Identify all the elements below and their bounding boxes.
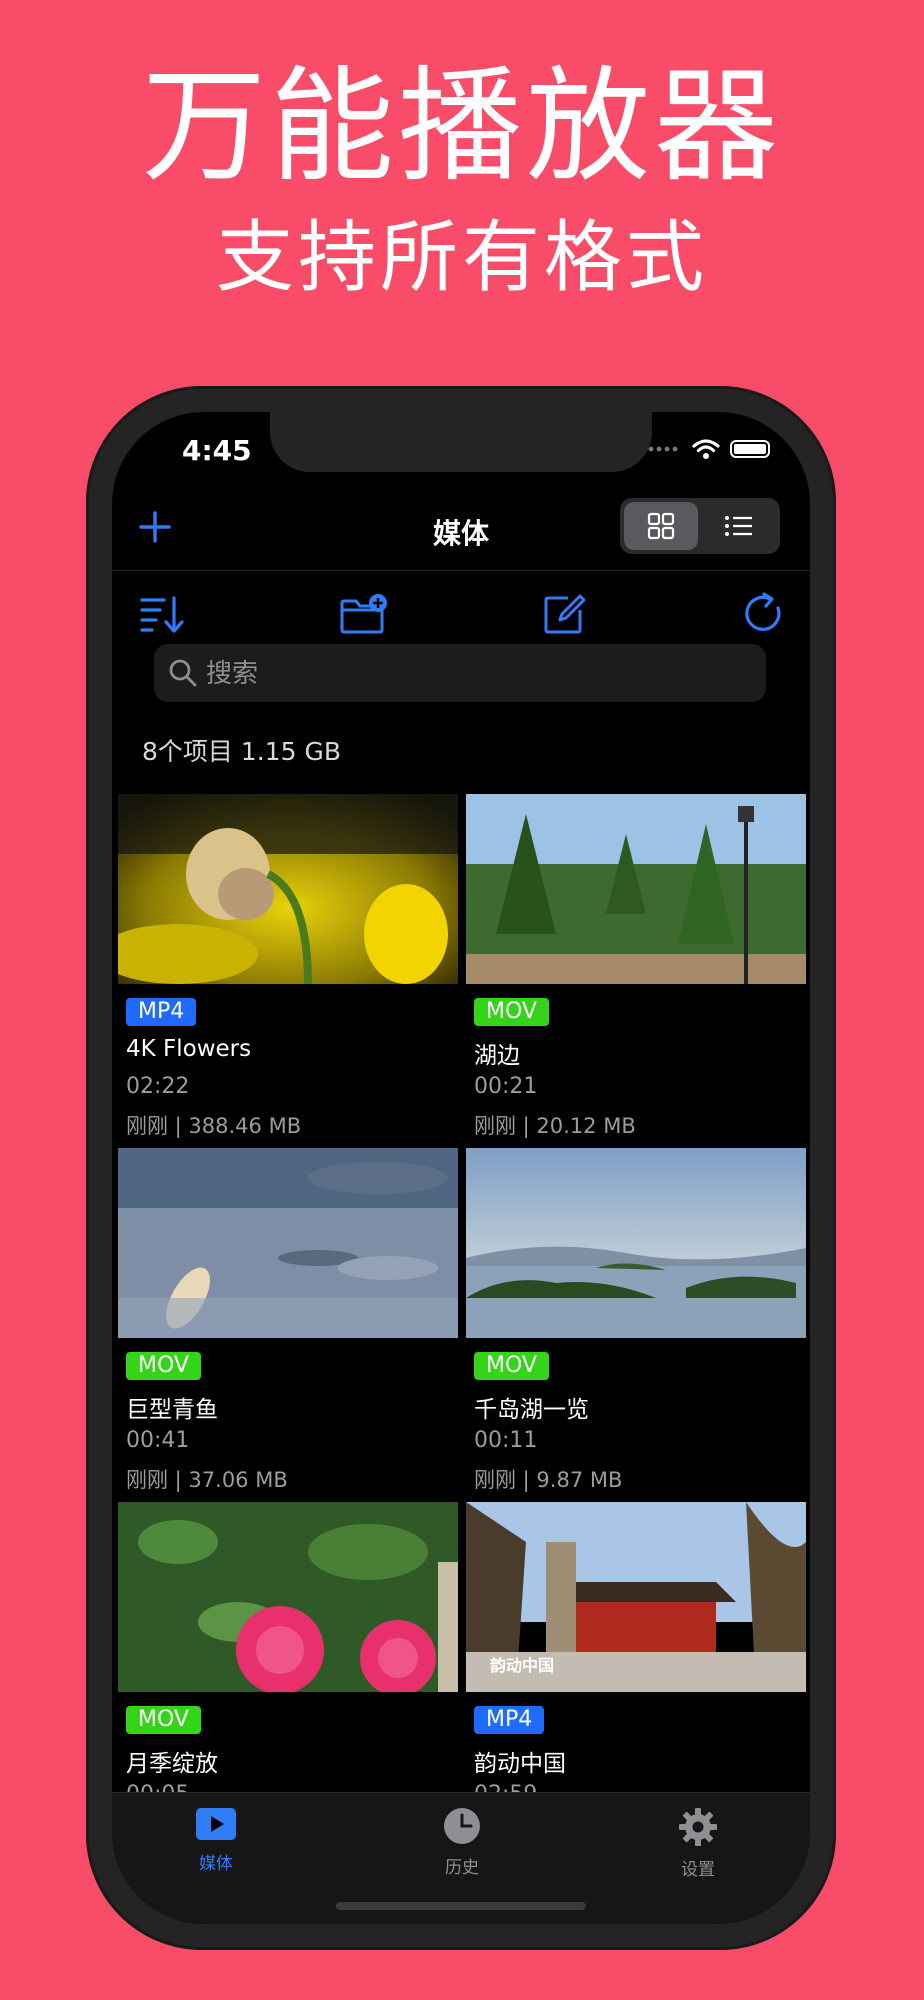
media-card[interactable]: MOV 千岛湖一览 00:11 刚刚 | 9.87 MB: [466, 1148, 806, 1502]
video-meta: 刚刚 | 37.06 MB: [126, 1468, 288, 1492]
items-summary: 8个项目 1.15 GB: [142, 737, 341, 766]
play-icon: [196, 1808, 236, 1840]
video-thumbnail[interactable]: [118, 1148, 458, 1338]
tab-media-label: 媒体: [199, 1854, 233, 1874]
video-thumbnail[interactable]: [466, 794, 806, 984]
video-thumbnail[interactable]: 韵动中国: [466, 1502, 806, 1692]
edit-icon[interactable]: [540, 590, 588, 638]
video-title: 湖边: [474, 1043, 520, 1069]
video-duration: 00:41: [126, 1428, 190, 1453]
toolbar: [112, 580, 810, 646]
battery-icon: [730, 440, 770, 458]
phone-frame: 4:45 媒体 搜索 8个项目 1.15 GB MP4 4K Flowers 0…: [86, 386, 836, 1950]
search-bar[interactable]: [154, 644, 766, 704]
list-icon: [725, 516, 752, 536]
video-meta: 刚刚 | 9.87 MB: [474, 1468, 623, 1492]
gear-icon: [679, 1808, 717, 1846]
promo-subtitle: 支持所有格式: [215, 213, 708, 303]
video-title: 4K Flowers: [126, 1036, 252, 1062]
video-thumbnail[interactable]: [466, 1148, 806, 1338]
clock-icon: [444, 1808, 480, 1844]
search-input[interactable]: [204, 644, 748, 704]
status-time: 4:45: [182, 434, 252, 467]
view-mode-switch[interactable]: [620, 498, 780, 554]
media-card[interactable]: MOV 巨型青鱼 00:41 刚刚 | 37.06 MB: [118, 1148, 458, 1502]
sort-icon[interactable]: [138, 590, 186, 638]
tab-history-label: 历史: [445, 1858, 479, 1878]
home-indicator[interactable]: [336, 1902, 586, 1910]
media-card[interactable]: MOV 湖边 00:21 刚刚 | 20.12 MB: [466, 794, 806, 1148]
search-icon: [169, 659, 197, 687]
thumbnail-watermark: 韵动中国: [490, 1656, 555, 1675]
video-thumbnail[interactable]: [118, 794, 458, 984]
tab-history[interactable]: 历史: [402, 1807, 522, 1878]
tab-settings-label: 设置: [681, 1860, 715, 1880]
video-title: 巨型青鱼: [126, 1397, 218, 1423]
nav-bar: 媒体: [112, 494, 810, 571]
grid-icon: [647, 512, 675, 540]
format-badge: MOV: [474, 1352, 549, 1380]
new-folder-icon[interactable]: [338, 590, 387, 638]
tab-settings[interactable]: 设置: [638, 1807, 758, 1880]
format-badge: MOV: [126, 1706, 201, 1734]
video-duration: 00:21: [474, 1074, 538, 1099]
video-meta: 刚刚 | 20.12 MB: [474, 1114, 636, 1138]
list-view-button[interactable]: [702, 502, 776, 550]
format-badge: MP4: [126, 998, 197, 1026]
video-duration: 00:11: [474, 1428, 538, 1453]
grid-view-button[interactable]: [624, 502, 698, 550]
format-badge: MP4: [474, 1706, 545, 1734]
video-title: 韵动中国: [474, 1751, 566, 1777]
wifi-icon: [692, 439, 720, 459]
app-screen: 4:45 媒体 搜索 8个项目 1.15 GB MP4 4K Flowers 0…: [112, 412, 810, 1924]
video-title: 月季绽放: [126, 1751, 218, 1777]
format-badge: MOV: [474, 998, 549, 1026]
format-badge: MOV: [126, 1352, 201, 1380]
tab-media[interactable]: 媒体: [156, 1807, 276, 1874]
signal-icon: [648, 446, 678, 452]
status-icons: [648, 438, 770, 460]
media-card[interactable]: MP4 4K Flowers 02:22 刚刚 | 388.46 MB: [118, 794, 458, 1148]
video-meta: 刚刚 | 388.46 MB: [126, 1114, 302, 1138]
notch: [270, 412, 652, 472]
video-title: 千岛湖一览: [474, 1397, 589, 1423]
refresh-icon[interactable]: [740, 590, 788, 638]
promo-title: 万能播放器: [141, 55, 782, 199]
video-thumbnail[interactable]: [118, 1502, 458, 1692]
video-duration: 02:22: [126, 1074, 190, 1099]
